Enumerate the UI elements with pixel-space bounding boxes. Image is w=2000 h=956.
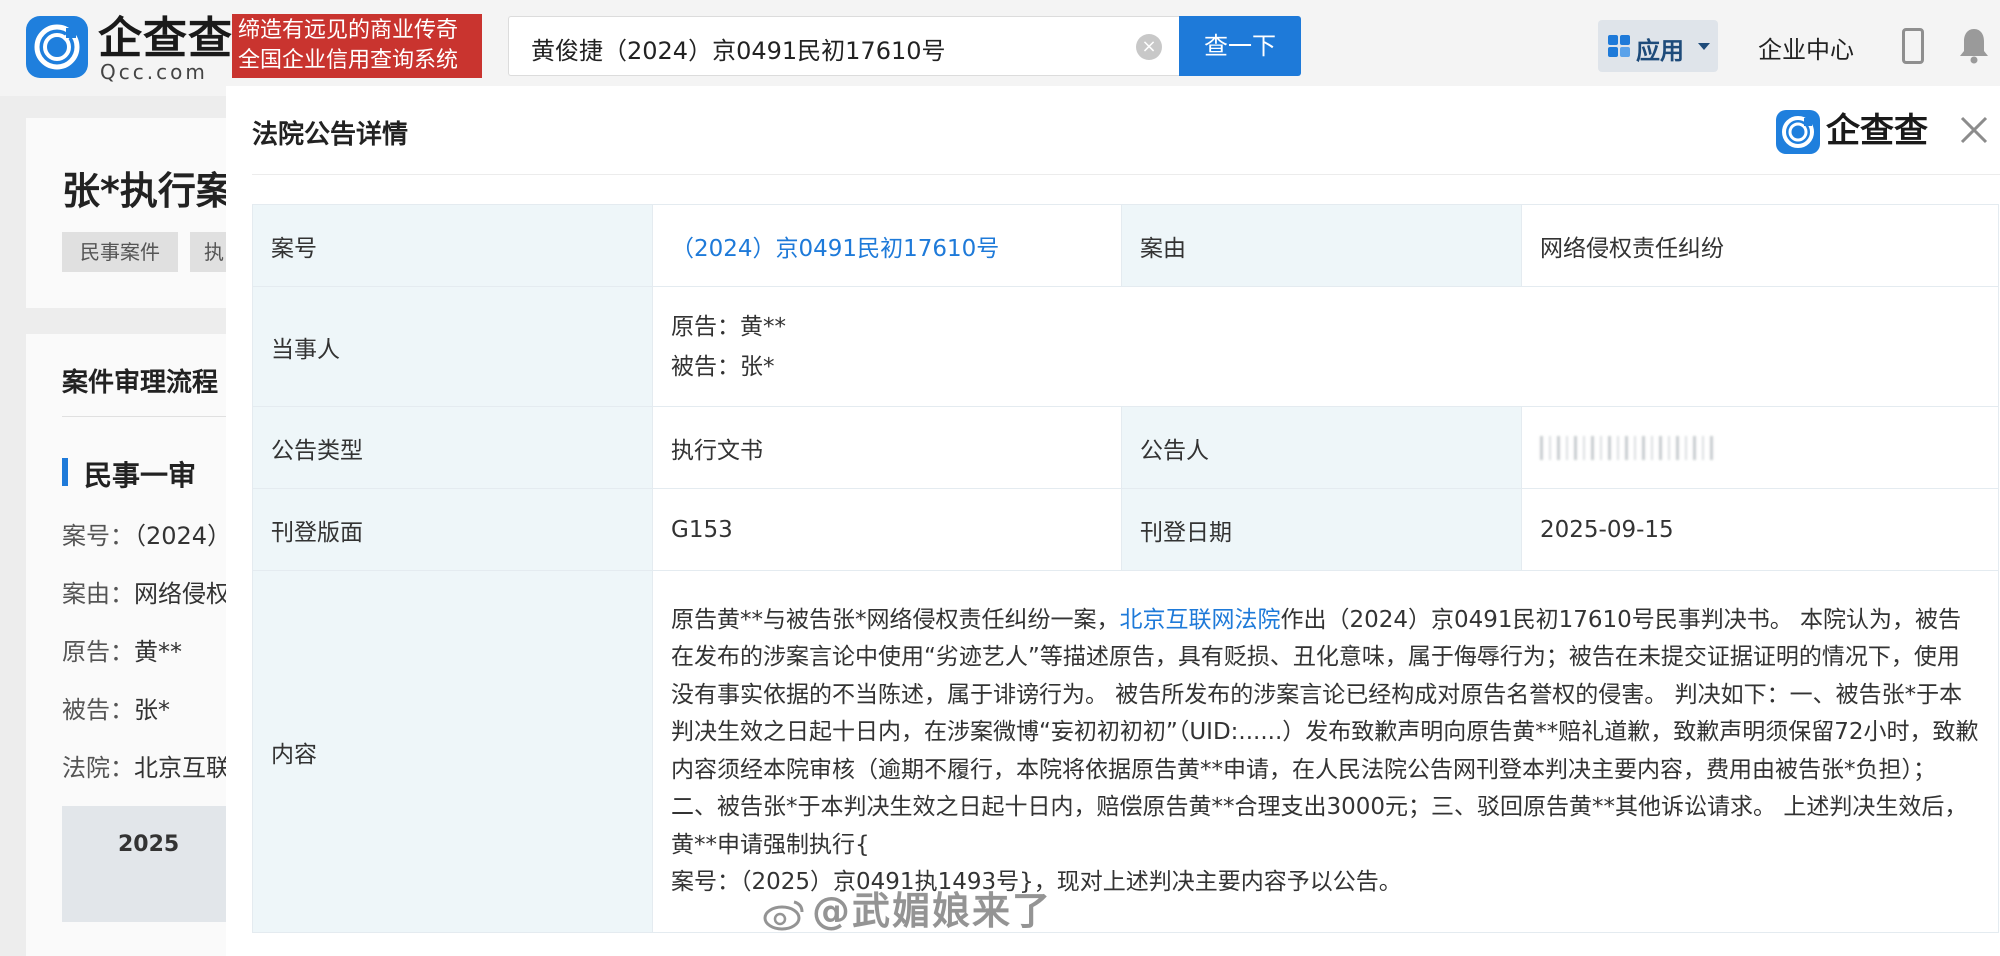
logo-text: 企查查: [98, 13, 233, 64]
clear-icon[interactable]: ×: [1136, 34, 1162, 60]
defendant: 被告：张*: [671, 353, 775, 380]
table-row: 案号 （2024）京0491民初17610号 案由 网络侵权责任纠纷: [252, 204, 1999, 287]
row-value: 网络侵权: [134, 580, 230, 608]
case-status-tag: 执: [190, 232, 230, 272]
page-label: 刊登版面: [252, 488, 653, 571]
grid-icon: [1608, 35, 1630, 57]
divider: [252, 174, 2000, 175]
weibo-icon: [763, 900, 804, 930]
timeline-date: 2025: [118, 832, 180, 857]
bell-icon[interactable]: [1958, 26, 1990, 64]
watermark-text: @武媚娘来了: [812, 889, 1053, 933]
weibo-watermark: @武媚娘来了: [762, 880, 1052, 935]
apps-label: 应用: [1636, 37, 1684, 65]
bg-row-cause: 案由：网络侵权: [62, 574, 230, 609]
cause-value: 网络侵权责任纠纷: [1521, 204, 1999, 287]
row-value: 北京互联: [134, 754, 230, 782]
cause-label: 案由: [1121, 204, 1522, 287]
case-flow-title: 案件审理流程: [62, 368, 219, 398]
table-row: 当事人 原告：黄** 被告：张*: [252, 286, 1999, 407]
slogan-line1: 缔造有远见的商业传奇: [238, 18, 459, 43]
phone-icon[interactable]: [1902, 28, 1924, 64]
announcer-value: [1521, 406, 1999, 489]
parties-value: 原告：黄** 被告：张*: [652, 286, 1999, 407]
search-value: 黄俊捷（2024）京0491民初17610号: [531, 37, 946, 65]
case-no-link[interactable]: （2024）京0491民初17610号: [652, 204, 1122, 287]
content-label: 内容: [252, 570, 653, 933]
modal-logo-text: 企查查: [1826, 111, 1928, 151]
notice-detail-table: 案号 （2024）京0491民初17610号 案由 网络侵权责任纠纷 当事人 原…: [252, 204, 1999, 933]
parties-label: 当事人: [252, 286, 653, 407]
announcer-label: 公告人: [1121, 406, 1522, 489]
plaintiff: 原告：黄**: [671, 313, 786, 340]
close-icon[interactable]: [1956, 112, 1992, 148]
chevron-down-icon: [1698, 43, 1710, 50]
table-row: 内容 原告黄**与被告张*网络侵权责任纠纷一案，北京互联网法院作出（2024）京…: [252, 570, 1999, 933]
date-label: 刊登日期: [1121, 488, 1522, 571]
apps-menu-button[interactable]: 应用: [1598, 20, 1718, 72]
table-row: 刊登版面 G153 刊登日期 2025-09-15: [252, 488, 1999, 571]
row-label: 案号：: [62, 522, 134, 550]
bg-row-court: 法院：北京互联: [62, 748, 230, 783]
page-title: 张*执行案: [62, 169, 234, 213]
bg-row-plaintiff: 原告：黄**: [62, 632, 182, 667]
bg-row-case-no: 案号：（2024）: [62, 516, 231, 551]
stage-marker: [62, 458, 68, 486]
date-value: 2025-09-15: [1521, 488, 1999, 571]
row-value: 黄**: [134, 638, 182, 666]
court-notice-modal: 法院公告详情 企查查 案号 （2024）京0491民初17610号 案由 网络侵…: [226, 86, 2000, 956]
modal-title: 法院公告详情: [252, 120, 409, 150]
type-value: 执行文书: [652, 406, 1122, 489]
search-input[interactable]: 黄俊捷（2024）京0491民初17610号 ×: [508, 16, 1180, 76]
case-type-tag: 民事案件: [62, 232, 178, 272]
court-link[interactable]: 北京互联网法院: [1120, 607, 1281, 633]
case-no-label: 案号: [252, 204, 653, 287]
redacted-text: [1540, 436, 1716, 460]
modal-logo: 企查查: [1776, 110, 1944, 156]
logo-domain: Qcc.com: [100, 60, 208, 84]
stage-title: 民事一审: [84, 459, 197, 492]
qcc-logo-icon: [1776, 110, 1820, 154]
page-value: G153: [652, 488, 1122, 571]
row-value: （2024）: [134, 522, 232, 550]
row-label: 法院：: [62, 754, 134, 782]
top-header: 企查查 Qcc.com 缔造有远见的商业传奇 全国企业信用查询系统 黄俊捷（20…: [0, 0, 2000, 96]
slogan-banner: 缔造有远见的商业传奇 全国企业信用查询系统: [232, 14, 482, 78]
content-text: 原告黄**与被告张*网络侵权责任纠纷一案，: [671, 606, 1120, 633]
content-value: 原告黄**与被告张*网络侵权责任纠纷一案，北京互联网法院作出（2024）京049…: [652, 570, 1999, 933]
bg-row-defendant: 被告：张*: [62, 690, 170, 725]
content-text: 作出（2024）京0491民初17610号民事判决书。 本院认为，被告在发布的涉…: [671, 606, 1979, 858]
table-row: 公告类型 执行文书 公告人: [252, 406, 1999, 489]
row-label: 被告：: [62, 696, 134, 724]
enterprise-center-link[interactable]: 企业中心: [1758, 30, 1854, 65]
slogan-line2: 全国企业信用查询系统: [238, 48, 459, 73]
row-value: 张*: [134, 696, 170, 724]
row-label: 原告：: [62, 638, 134, 666]
search-button[interactable]: 查一下: [1179, 16, 1301, 76]
qcc-logo[interactable]: 企查查 Qcc.com: [26, 13, 238, 84]
type-label: 公告类型: [252, 406, 653, 489]
row-label: 案由：: [62, 580, 134, 608]
qcc-logo-icon: [26, 16, 88, 78]
